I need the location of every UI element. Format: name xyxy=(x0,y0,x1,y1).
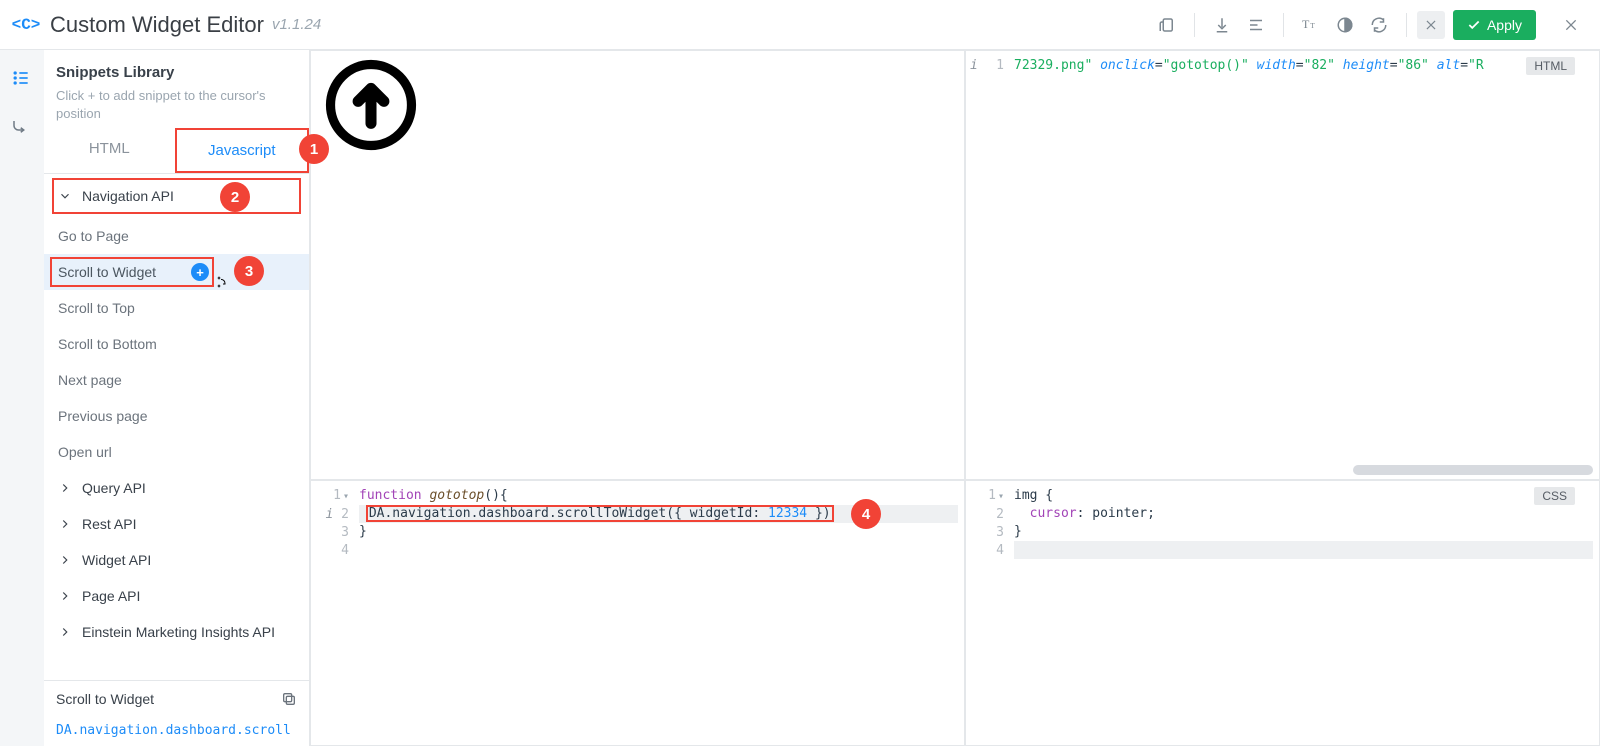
gutter-line-2: 2 xyxy=(341,507,349,522)
annotation-marker-4: 4 xyxy=(851,499,881,529)
svg-text:T: T xyxy=(1310,21,1315,30)
refresh-icon[interactable] xyxy=(1362,8,1396,42)
group-einstein-api[interactable]: Einstein Marketing Insights API xyxy=(44,614,309,650)
group-rest-api[interactable]: Rest API xyxy=(44,506,309,542)
group-label: Query API xyxy=(82,480,146,496)
js-editor[interactable]: 1▾ i 2 3 4 function gototop(){ DA.naviga… xyxy=(310,480,965,746)
gutter-line-1: 1▾ xyxy=(966,487,1004,506)
gutter-line-4: 4 xyxy=(311,542,349,560)
close-window-icon[interactable] xyxy=(1554,8,1588,42)
svg-text:T: T xyxy=(1302,17,1310,31)
apply-button[interactable]: Apply xyxy=(1453,10,1536,40)
sidebar-title: Snippets Library xyxy=(56,64,297,81)
snippet-open-url[interactable]: Open url xyxy=(44,434,309,470)
annotation-marker-1: 1 xyxy=(299,134,329,164)
gutter-info-icon: i xyxy=(970,57,978,75)
css-editor[interactable]: CSS 1▾ 2 3 4 img { cursor: pointer; } xyxy=(965,480,1600,746)
group-label: Einstein Marketing Insights API xyxy=(82,624,275,640)
gutter-line-3: 3 xyxy=(966,524,1004,542)
app-title: Custom Widget Editor xyxy=(50,12,264,38)
sidebar-description: Click + to add snippet to the cursor's p… xyxy=(56,87,297,122)
gutter-line-1: 1▾ xyxy=(311,487,349,506)
snippet-scroll-to-bottom[interactable]: Scroll to Bottom xyxy=(44,326,309,362)
snippet-previous-page[interactable]: Previous page xyxy=(44,398,309,434)
app-logo: <C> xyxy=(12,11,40,39)
copy-icon[interactable] xyxy=(281,691,297,707)
snippets-rail-icon[interactable] xyxy=(11,68,33,88)
group-label: Navigation API xyxy=(82,188,174,204)
download-icon[interactable] xyxy=(1205,8,1239,42)
group-widget-api[interactable]: Widget API xyxy=(44,542,309,578)
group-page-api[interactable]: Page API xyxy=(44,578,309,614)
titlebar: <C> Custom Widget Editor v1.1.24 TT Appl… xyxy=(0,0,1600,50)
app-version: v1.1.24 xyxy=(272,16,321,33)
snippet-label: Scroll to Widget xyxy=(58,264,156,280)
snippet-list: Navigation API 2 Go to Page Scroll to Wi… xyxy=(44,174,309,680)
group-query-api[interactable]: Query API xyxy=(44,470,309,506)
lang-badge-css: CSS xyxy=(1534,487,1575,505)
gutter-info-icon: i xyxy=(326,507,334,522)
contrast-icon[interactable] xyxy=(1328,8,1362,42)
html-editor[interactable]: HTML i 1 72329.png" onclick="gototop()" … xyxy=(965,50,1600,480)
group-label: Page API xyxy=(82,588,140,604)
apply-button-label: Apply xyxy=(1487,17,1522,33)
sidebar-tabs: HTML Javascript 1 xyxy=(44,128,309,174)
snippet-detail: Scroll to Widget DA.navigation.dashboard… xyxy=(44,680,309,746)
snippet-scroll-to-widget[interactable]: Scroll to Widget + xyxy=(44,254,309,290)
annotation-marker-3: 3 xyxy=(234,256,264,286)
html-code[interactable]: 72329.png" onclick="gototop()" width="82… xyxy=(1010,51,1599,479)
add-snippet-icon[interactable]: + xyxy=(191,263,209,281)
snippet-scroll-to-top[interactable]: Scroll to Top xyxy=(44,290,309,326)
css-code[interactable]: img { cursor: pointer; } xyxy=(1010,481,1599,745)
tab-javascript[interactable]: Javascript xyxy=(175,128,310,173)
return-rail-icon[interactable] xyxy=(11,118,33,136)
gutter-line-2: 2 xyxy=(966,506,1004,524)
group-label: Rest API xyxy=(82,516,136,532)
snippet-next-page[interactable]: Next page xyxy=(44,362,309,398)
text-size-icon[interactable]: TT xyxy=(1294,8,1328,42)
format-icon[interactable] xyxy=(1239,8,1273,42)
annotation-marker-2: 2 xyxy=(220,182,250,212)
gutter-line-3: 3 xyxy=(311,524,349,542)
horizontal-scrollbar[interactable] xyxy=(1353,465,1593,475)
snippet-detail-title: Scroll to Widget xyxy=(56,691,154,707)
gutter-line-4: 4 xyxy=(966,542,1004,560)
preview-pane xyxy=(310,50,965,480)
cursor-icon xyxy=(213,274,229,290)
snippet-go-to-page[interactable]: Go to Page xyxy=(44,218,309,254)
arrow-up-circle-icon[interactable] xyxy=(325,59,417,151)
tab-html[interactable]: HTML xyxy=(44,128,175,173)
group-navigation-api[interactable]: Navigation API xyxy=(52,178,301,214)
clipboard-icon[interactable] xyxy=(1150,8,1184,42)
group-label: Widget API xyxy=(82,552,151,568)
sidebar: Snippets Library Click + to add snippet … xyxy=(44,50,310,746)
discard-button[interactable] xyxy=(1417,11,1445,39)
left-rail xyxy=(0,50,44,746)
lang-badge-html: HTML xyxy=(1526,57,1575,75)
snippet-detail-code: DA.navigation.dashboard.scroll xyxy=(56,723,297,738)
